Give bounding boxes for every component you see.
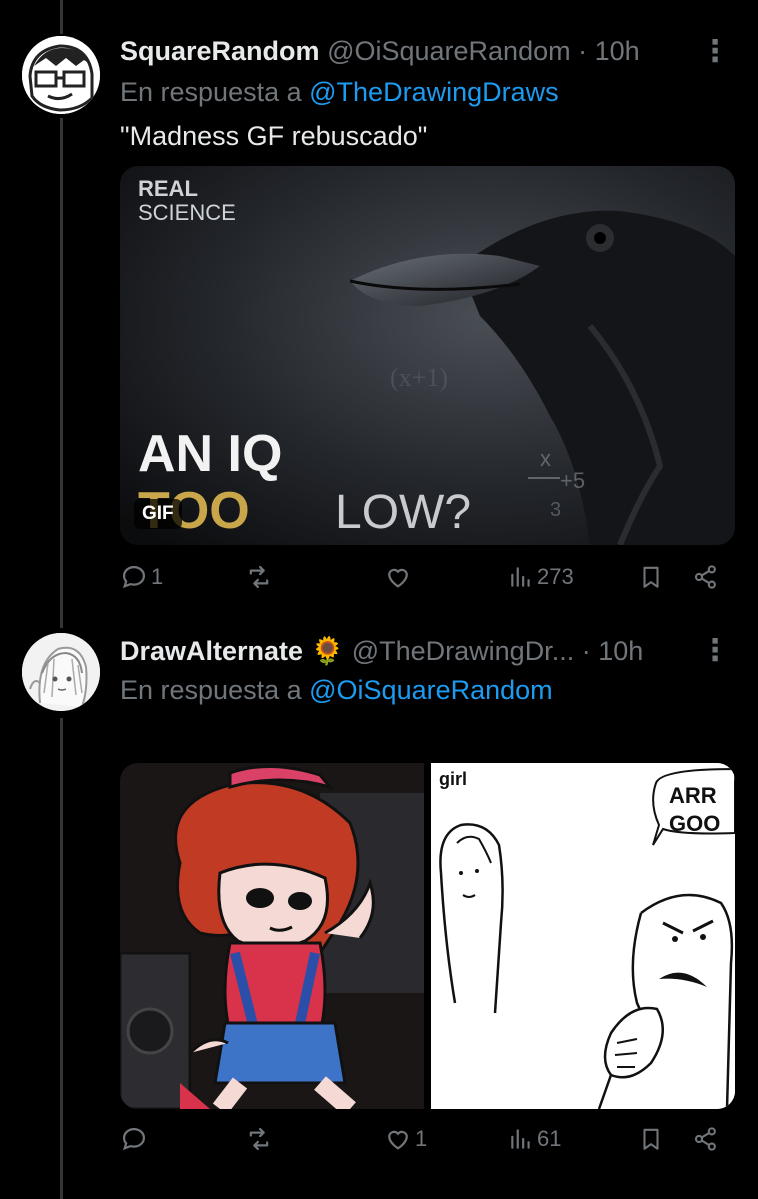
girlfriend-character-image <box>120 763 424 1109</box>
retweet-button[interactable] <box>244 1125 277 1153</box>
reply-mention-link[interactable]: @TheDrawingDraws <box>309 77 558 107</box>
bookmark-button[interactable] <box>638 563 664 591</box>
reply-context: En respuesta a @TheDrawingDraws <box>120 77 559 108</box>
views-button[interactable]: 61 <box>508 1125 561 1153</box>
more-options-icon[interactable]: ⋮ <box>700 34 730 69</box>
tweet-gif-media[interactable]: (x+1) x +5 3 REAL SCIENCE AN IQ TOO LOW?… <box>120 166 735 545</box>
more-options-icon[interactable]: ⋮ <box>700 633 730 668</box>
reply-count: 1 <box>151 564 164 589</box>
share-icon <box>694 1127 716 1151</box>
share-button[interactable] <box>692 563 720 591</box>
views-button[interactable]: 273 <box>508 563 574 591</box>
tweet-image-left[interactable] <box>120 763 424 1109</box>
reply-prefix: En respuesta a <box>120 675 302 705</box>
tweet-drawalternate[interactable]: DrawAlternate 🌻 @TheDrawingDr... · 10h ⋮… <box>0 628 758 1199</box>
headline-line1: AN IQ <box>138 425 282 483</box>
share-button[interactable] <box>692 1125 720 1153</box>
svg-text:+5: +5 <box>560 468 585 493</box>
gif-badge[interactable]: GIF <box>134 499 182 529</box>
comic-speech-line2: GOO <box>669 811 720 836</box>
display-name[interactable]: DrawAlternate <box>120 636 303 666</box>
brand-top-text: REAL <box>138 176 198 201</box>
timestamp[interactable]: 10h <box>595 36 640 66</box>
headline-line2b: LOW? <box>335 486 471 539</box>
tweet-action-bar: 1 61 <box>120 1125 735 1161</box>
reply-button[interactable] <box>120 1125 151 1153</box>
retweet-icon <box>249 1127 269 1151</box>
views-chart-icon <box>511 567 530 587</box>
reply-button[interactable]: 1 <box>120 563 163 591</box>
tweet-text: "Madness GF rebuscado" <box>120 121 428 151</box>
reply-prefix: En respuesta a <box>120 77 302 107</box>
like-button[interactable] <box>384 563 415 591</box>
tweet-header: SquareRandom @OiSquareRandom · 10h <box>120 36 640 67</box>
views-count: 273 <box>537 564 574 589</box>
retweet-button[interactable] <box>244 563 277 591</box>
svg-text:x: x <box>540 446 551 471</box>
bookmark-icon <box>643 566 659 588</box>
retweet-icon <box>249 565 269 589</box>
separator-dot: · <box>581 636 591 666</box>
bookmark-icon <box>643 1128 659 1150</box>
separator-dot: · <box>578 36 588 66</box>
tweet-action-bar: 1 273 <box>120 563 735 599</box>
reply-mention-link[interactable]: @OiSquareRandom <box>309 675 553 705</box>
brand-bottom-text: SCIENCE <box>138 200 236 225</box>
reply-icon <box>122 1127 146 1151</box>
bookmark-button[interactable] <box>638 1125 664 1153</box>
avatar-sketch-icon <box>22 36 100 114</box>
comic-speech-line1: ARR <box>669 783 717 808</box>
sunflower-icon: 🌻 <box>310 636 345 666</box>
heart-icon <box>388 568 408 588</box>
tweet-squarerandom[interactable]: SquareRandom @OiSquareRandom · 10h ⋮ En … <box>0 0 758 610</box>
avatar-anime-sketch-icon <box>22 633 100 711</box>
like-count: 1 <box>415 1126 428 1151</box>
tweet-header: DrawAlternate 🌻 @TheDrawingDr... · 10h <box>120 635 643 667</box>
tweet-image-grid: girl ARR GOO <box>120 763 735 1109</box>
reply-icon <box>122 565 146 589</box>
share-icon <box>694 565 716 589</box>
crow-gif-image: (x+1) x +5 3 REAL SCIENCE AN IQ TOO LOW? <box>120 166 735 545</box>
reply-context: En respuesta a @OiSquareRandom <box>120 675 553 706</box>
rage-comic-image: girl ARR GOO <box>431 763 735 1109</box>
views-chart-icon <box>511 1129 530 1149</box>
comic-label-girl: girl <box>439 769 467 789</box>
tweet-image-right[interactable]: girl ARR GOO <box>431 763 735 1109</box>
display-name[interactable]: SquareRandom <box>120 36 320 66</box>
timestamp[interactable]: 10h <box>598 636 643 666</box>
avatar[interactable] <box>22 36 100 114</box>
avatar[interactable] <box>22 633 100 711</box>
heart-icon <box>388 1130 408 1150</box>
svg-text:(x+1): (x+1) <box>390 363 448 392</box>
like-button[interactable]: 1 <box>384 1125 427 1153</box>
user-handle[interactable]: @OiSquareRandom <box>327 36 571 66</box>
views-count: 61 <box>537 1126 562 1151</box>
user-handle[interactable]: @TheDrawingDr... <box>352 636 574 666</box>
svg-text:3: 3 <box>550 499 561 521</box>
